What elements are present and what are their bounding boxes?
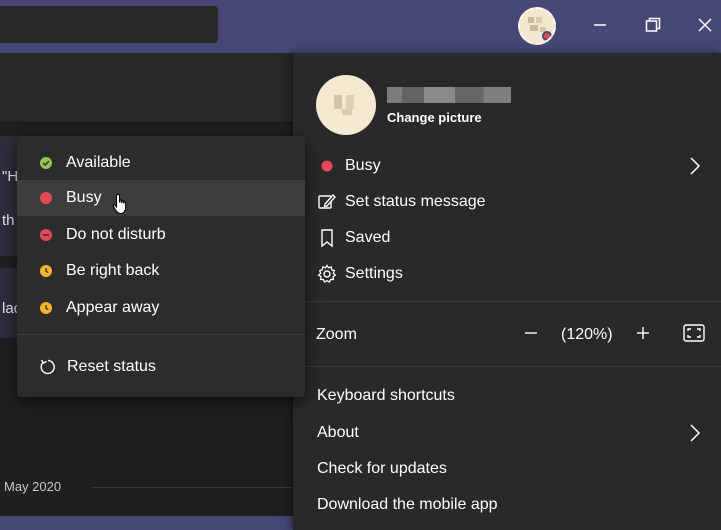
close-icon <box>698 18 712 32</box>
reset-icon <box>40 359 55 375</box>
saved-item[interactable]: Saved <box>293 220 721 256</box>
status-option-label: Available <box>66 154 131 171</box>
bookmark-icon <box>316 227 338 249</box>
profile-avatar-button[interactable] <box>518 7 556 45</box>
compose-bar <box>0 516 293 530</box>
status-option-do-not-disturb[interactable]: Do not disturb <box>17 217 305 253</box>
status-option-be-right-back[interactable]: Be right back <box>17 253 305 289</box>
status-option-appear-away[interactable]: Appear away <box>17 290 305 326</box>
saved-label: Saved <box>345 229 391 246</box>
status-menu-item[interactable]: Busy <box>293 148 721 184</box>
status-label: Busy <box>345 157 381 174</box>
search-input[interactable] <box>0 6 218 43</box>
busy-status-icon <box>40 192 52 204</box>
download-mobile-app-item[interactable]: Download the mobile app <box>317 496 498 514</box>
zoom-row: Zoom (120%) <box>293 315 721 355</box>
message-text: "H <box>2 168 19 185</box>
set-status-message-label: Set status message <box>345 193 486 210</box>
busy-status-icon <box>316 155 338 177</box>
status-submenu: Available Busy Do not disturb Be right b… <box>17 136 305 397</box>
check-updates-item[interactable]: Check for updates <box>317 460 447 478</box>
settings-item[interactable]: Settings <box>293 256 721 292</box>
clock-status-icon <box>40 302 52 314</box>
chevron-right-icon <box>689 156 701 181</box>
status-option-label: Be right back <box>66 262 160 279</box>
chevron-right-icon <box>689 423 701 448</box>
minimize-button[interactable] <box>582 8 618 42</box>
title-bar <box>0 0 721 53</box>
status-option-label: Appear away <box>66 299 160 316</box>
gear-icon <box>316 263 338 285</box>
reset-status-label: Reset status <box>67 358 156 375</box>
keyboard-shortcuts-item[interactable]: Keyboard shortcuts <box>317 387 455 405</box>
status-option-busy[interactable]: Busy <box>17 180 305 216</box>
set-status-message-item[interactable]: Set status message <box>293 184 721 220</box>
clock-status-icon <box>40 265 52 277</box>
fit-screen-button[interactable] <box>683 324 705 342</box>
status-option-label: Busy <box>66 189 102 206</box>
settings-label: Settings <box>345 265 403 282</box>
zoom-out-button[interactable] <box>521 323 541 343</box>
zoom-in-button[interactable] <box>633 323 653 343</box>
status-option-available[interactable]: Available <box>17 145 305 181</box>
status-indicator-busy <box>542 31 552 41</box>
status-option-label: Do not disturb <box>66 226 166 243</box>
fit-screen-icon <box>683 324 705 342</box>
edit-status-icon <box>316 191 338 213</box>
zoom-level: (120%) <box>561 326 613 343</box>
zoom-label: Zoom <box>316 326 357 343</box>
profile-menu: Change picture Busy Set status message S… <box>293 53 721 530</box>
reset-status-item[interactable]: Reset status <box>17 349 305 385</box>
about-label: About <box>317 424 359 441</box>
minimize-icon <box>594 24 606 26</box>
restore-button[interactable] <box>635 8 671 42</box>
hand-cursor-icon <box>112 193 127 215</box>
date-label: May 2020 <box>4 479 62 494</box>
minus-icon <box>525 332 537 334</box>
about-item[interactable]: About <box>293 415 721 451</box>
available-status-icon <box>40 157 52 169</box>
chat-header <box>0 53 293 123</box>
profile-name-redacted <box>387 87 511 103</box>
change-picture-link[interactable]: Change picture <box>387 110 482 125</box>
profile-picture[interactable] <box>316 75 376 135</box>
close-button[interactable] <box>687 8 721 42</box>
plus-icon <box>637 327 649 339</box>
restore-icon <box>645 17 661 32</box>
do-not-disturb-icon <box>40 229 52 241</box>
message-text: th <box>2 212 15 229</box>
date-separator: May 2020 <box>0 476 293 496</box>
